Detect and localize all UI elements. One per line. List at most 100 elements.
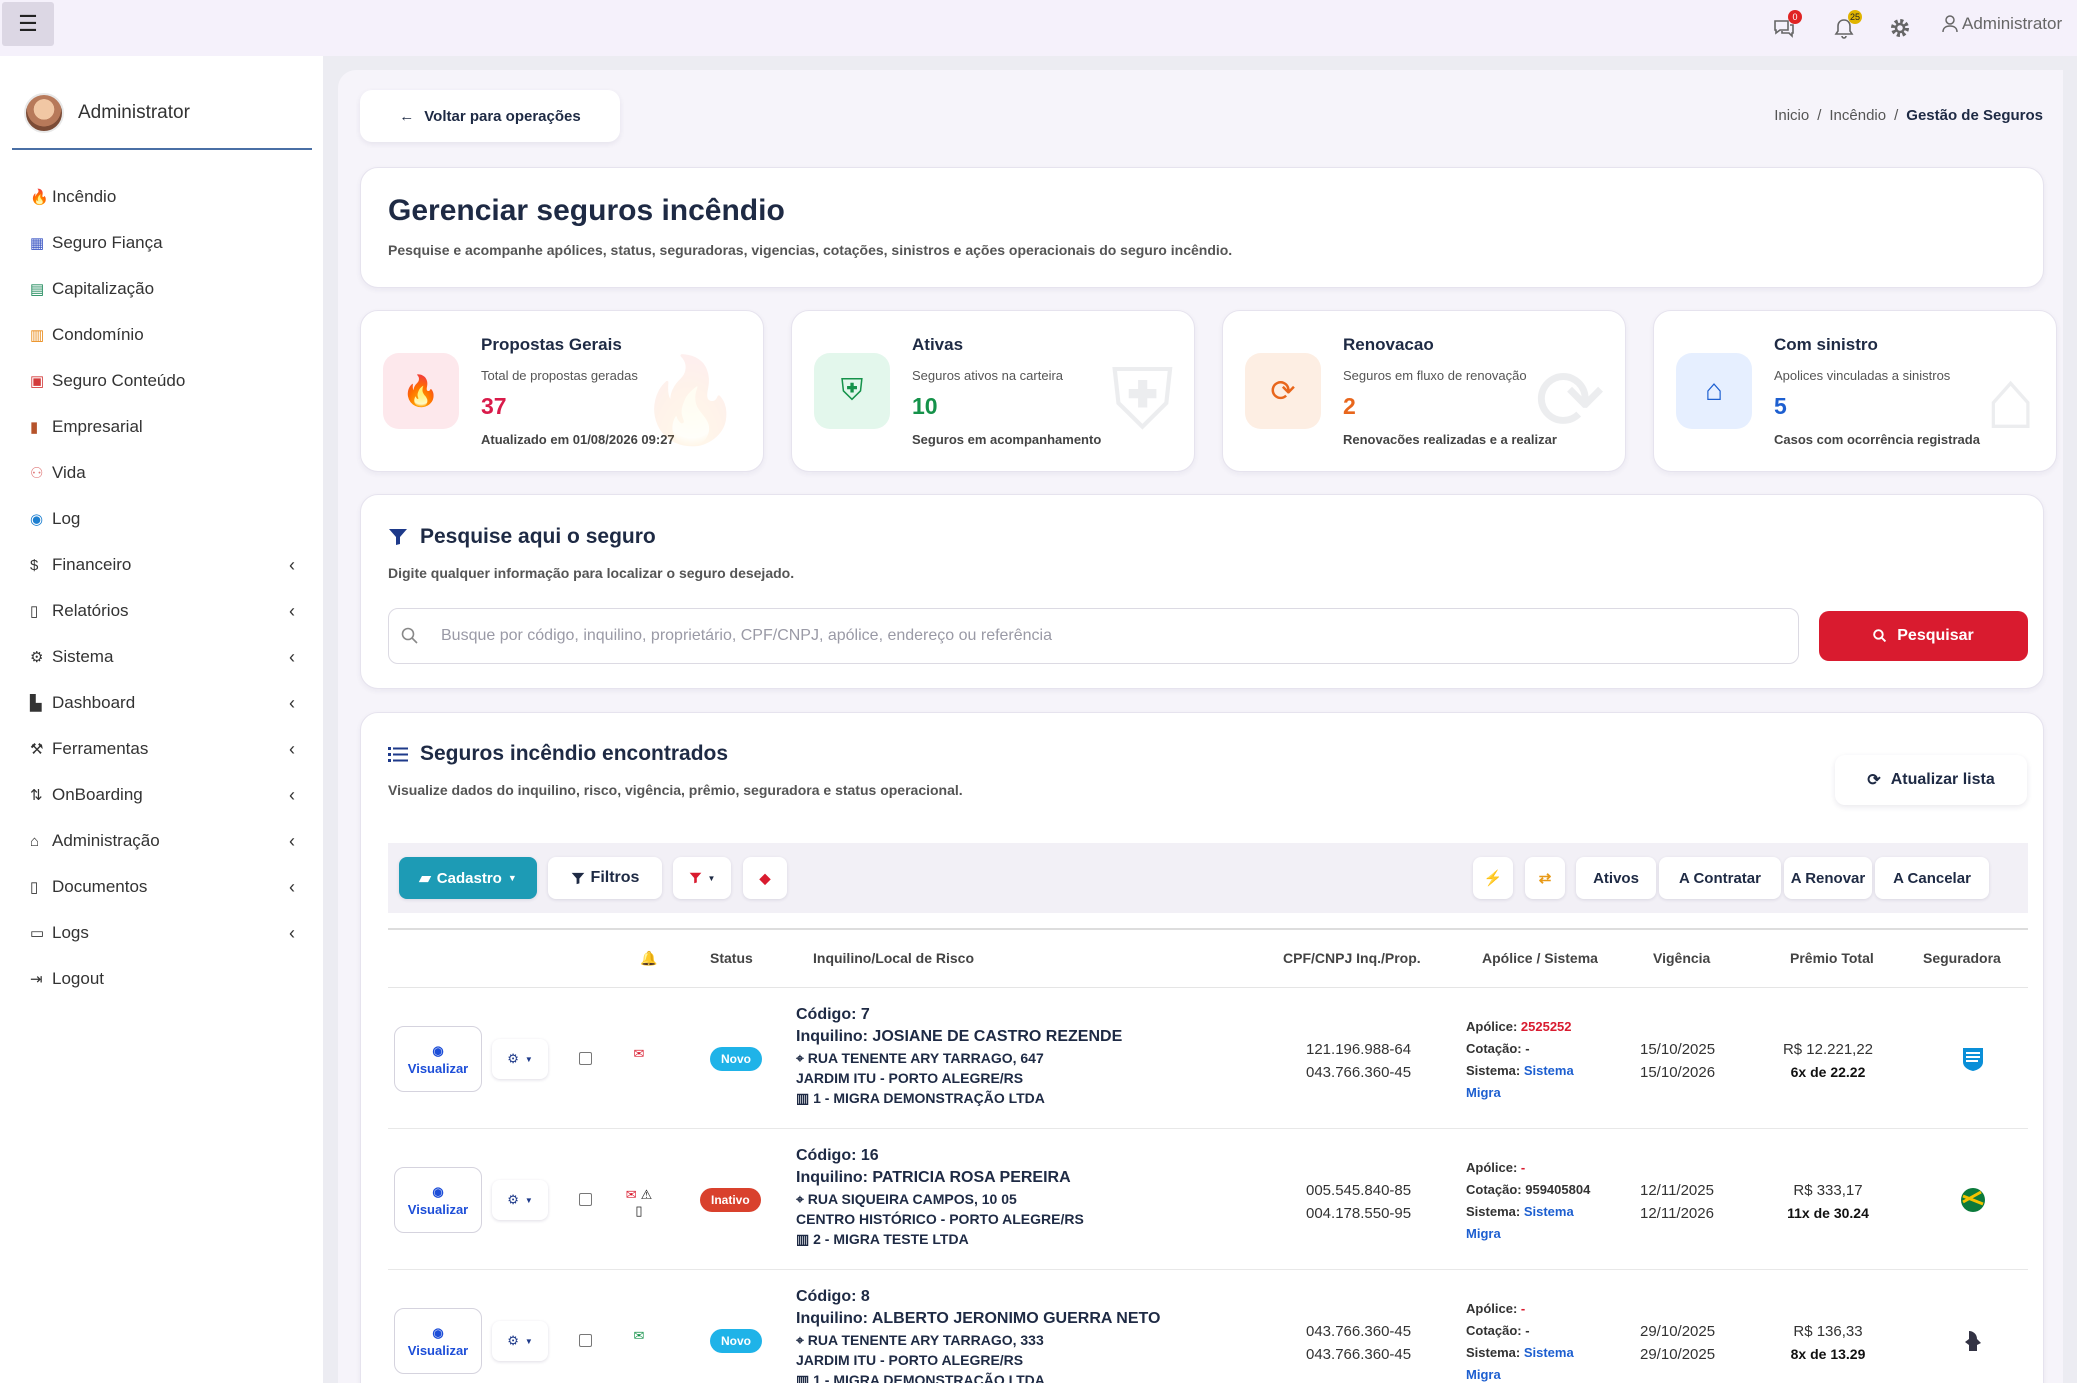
sistema[interactable]: Sistema Migra: [1466, 1345, 1574, 1382]
search-icon: [401, 627, 418, 644]
map-marker-icon: ⌖: [796, 1332, 808, 1348]
sidebar-item[interactable]: ▦ Seguro Fiança: [30, 220, 295, 266]
sidebar-item[interactable]: ⚇ Vida: [30, 450, 295, 496]
chevron-left-icon: ‹: [289, 922, 295, 943]
documents: 005.545.840-85 004.178.550-95: [1306, 1179, 1411, 1225]
sistema[interactable]: Sistema Migra: [1466, 1063, 1574, 1100]
sidebar-item-label: Seguro Conteúdo: [52, 371, 186, 390]
table-row: ◉ Visualizar ⚙ ▼ ✉ ⚠ ▯ Inativo Código: 16 Inquili…: [388, 1129, 2028, 1270]
sidebar-divider: [12, 148, 312, 150]
stat-title: Com sinistro: [1774, 335, 1878, 354]
filter-a-contratar-button[interactable]: A Contratar: [1659, 857, 1781, 899]
search-input[interactable]: Busque por código, inquilino, proprietár…: [388, 608, 1799, 664]
view-button[interactable]: ◉ Visualizar: [394, 1026, 482, 1092]
vigencia-inicio: 15/10/2025: [1640, 1041, 1716, 1058]
sidebar-item-label: Administração: [52, 831, 160, 850]
sidebar-item[interactable]: ▮ Empresarial: [30, 404, 295, 450]
sidebar-item[interactable]: ⇥ Logout: [30, 956, 295, 1002]
bell-badge: 25: [1847, 10, 1862, 24]
shield-icon: ⛨: [814, 353, 890, 429]
bairro: JARDIM ITU - PORTO ALEGRE/RS: [796, 1070, 1024, 1086]
breadcrumb-home[interactable]: Inicio: [1774, 107, 1809, 124]
bell-icon: 🔔: [640, 950, 658, 966]
sidebar-item[interactable]: ▭ Logs ‹: [30, 910, 295, 956]
stat-title: Ativas: [912, 335, 964, 354]
sidebar-item[interactable]: ◉ Log: [30, 496, 295, 542]
user-menu[interactable]: Administrator: [1942, 14, 2062, 34]
sidebar-item[interactable]: ▯ Relatórios ‹: [30, 588, 295, 634]
filter-a-cancelar-button[interactable]: A Cancelar: [1875, 857, 1989, 899]
search-title-label: Pesquise aqui o seguro: [420, 525, 656, 548]
sidebar-item-label: Empresarial: [52, 417, 143, 436]
sidebar-item[interactable]: 🔥 Incêndio: [30, 174, 295, 220]
envelope-icon: ✉: [633, 1046, 645, 1061]
sidebar-item[interactable]: ⚙ Sistema ‹: [30, 634, 295, 680]
sidebar-item-label: Financeiro: [52, 555, 132, 574]
fire-icon: 🔥: [30, 189, 49, 206]
dollar-icon: $: [30, 556, 39, 574]
refresh-button[interactable]: ⟳ Atualizar lista: [1835, 755, 2027, 805]
exchange-icon: ⇄: [1538, 870, 1552, 887]
view-button[interactable]: ◉ Visualizar: [394, 1167, 482, 1233]
vigencia-fim: 29/10/2025: [1640, 1346, 1716, 1363]
eraser-button[interactable]: ◆: [743, 857, 787, 899]
row-checkbox[interactable]: [579, 1334, 592, 1347]
sync-icon-watermark: ⟳: [1534, 353, 1605, 447]
breadcrumb-incendio[interactable]: Incêndio: [1829, 107, 1886, 124]
cadastro-button[interactable]: ▰ Cadastro ▼: [399, 857, 537, 899]
bell-icon[interactable]: 25: [1830, 10, 1862, 42]
sidebar-item[interactable]: ▥ Condomínio: [30, 312, 295, 358]
breadcrumb-current: Gestão de Seguros: [1906, 107, 2043, 124]
filtros-button[interactable]: Filtros: [548, 857, 662, 899]
chevron-left-icon: ‹: [289, 600, 295, 621]
search-button[interactable]: Pesquisar: [1819, 611, 2028, 661]
row-checkbox[interactable]: [579, 1052, 592, 1065]
row-actions-button[interactable]: ⚙ ▼: [492, 1180, 548, 1220]
sidebar-item[interactable]: ⌂ Administração ‹: [30, 818, 295, 864]
stat-title: Propostas Gerais: [481, 335, 622, 354]
stat-footer: Renovacões realizadas e a realizar: [1343, 432, 1557, 447]
filter-dropdown-button[interactable]: ▼: [673, 857, 731, 899]
sidebar-item-label: Sistema: [52, 647, 114, 666]
filter-a-cancelar-label: A Cancelar: [1893, 869, 1971, 887]
search-subtitle: Digite qualquer informação para localiza…: [388, 565, 795, 581]
stat-subtitle: Seguros ativos na carteira: [912, 368, 1064, 383]
filter-a-renovar-button[interactable]: A Renovar: [1784, 857, 1872, 899]
sidebar-item[interactable]: $ Financeiro ‹: [30, 542, 295, 588]
hamburger-icon[interactable]: ☰: [2, 2, 54, 46]
documents: 043.766.360-45 043.766.360-45: [1306, 1320, 1411, 1366]
sidebar-item[interactable]: ▙ Dashboard ‹: [30, 680, 295, 726]
sidebar-item[interactable]: ▯ Documentos ‹: [30, 864, 295, 910]
row-actions-button[interactable]: ⚙ ▼: [492, 1039, 548, 1079]
sidebar-item[interactable]: ▤ Capitalização: [30, 266, 295, 312]
breadcrumb-separator: /: [1894, 107, 1899, 124]
stat-value: 37: [481, 393, 507, 419]
sidebar-item[interactable]: ▣ Seguro Conteúdo: [30, 358, 295, 404]
stat-subtitle: Apolices vinculadas a sinistros: [1774, 368, 1951, 383]
row-checkbox[interactable]: [579, 1193, 592, 1206]
row-actions-button[interactable]: ⚙ ▼: [492, 1321, 548, 1361]
bolt-button[interactable]: ⚡: [1473, 857, 1513, 899]
premio: R$ 136,33 8x de 13.29: [1738, 1320, 1918, 1366]
codigo: Código: 8: [796, 1288, 870, 1305]
vigencia-fim: 12/11/2026: [1640, 1205, 1714, 1222]
endereco: RUA TENENTE ARY TARRAGO, 647: [807, 1050, 1044, 1066]
stat-value: 2: [1343, 393, 1356, 419]
sidebar-user[interactable]: Administrator: [24, 93, 190, 133]
sidebar-item[interactable]: ⚒ Ferramentas ‹: [30, 726, 295, 772]
doc-inquilino: 043.766.360-45: [1306, 1323, 1412, 1340]
filter-a-renovar-label: A Renovar: [1790, 869, 1866, 887]
exchange-button[interactable]: ⇄: [1525, 857, 1565, 899]
table-header: 🔔 Status Inquilino/Local de Risco CPF/CN…: [388, 928, 2028, 988]
arrow-left-icon: ←: [399, 107, 415, 125]
sidebar-item[interactable]: ⇅ OnBoarding ‹: [30, 772, 295, 818]
chat-icon[interactable]: 0: [1770, 10, 1802, 42]
stat-card: ⌂ Com sinistro Apolices vinculadas a sinis…: [1653, 310, 2057, 472]
gear-icon[interactable]: [1886, 14, 1914, 42]
chevron-left-icon: ‹: [289, 830, 295, 851]
caret-down-icon: ▼: [707, 873, 716, 883]
filter-ativos-button[interactable]: Ativos: [1576, 857, 1656, 899]
sistema[interactable]: Sistema Migra: [1466, 1204, 1574, 1241]
view-button[interactable]: ◉ Visualizar: [394, 1308, 482, 1374]
back-button[interactable]: ← Voltar para operações: [360, 90, 620, 142]
